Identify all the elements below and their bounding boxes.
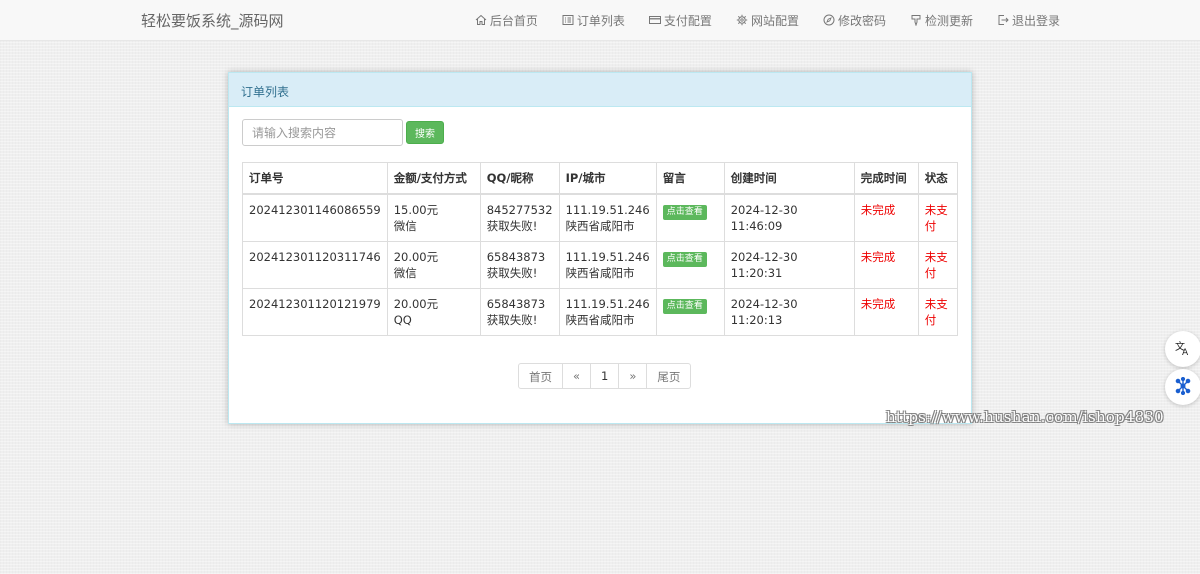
city: 陕西省咸阳市 (565, 219, 635, 233)
view-message-button[interactable]: 点击查看 (662, 252, 707, 267)
orders-table: 订单号 金额/支付方式 QQ/昵称 IP/城市 留言 创建时间 完成时间 状态 … (242, 162, 959, 336)
amount: 20.00元 (393, 250, 439, 264)
created-time: 2024-12-30 11:46:09 (723, 193, 855, 242)
amount: 15.00元 (393, 203, 439, 217)
pagination: 首页 « 1 » 尾页 (518, 363, 692, 389)
nav-item-payment-config[interactable]: 支付配置 (648, 12, 712, 29)
nav-menu: 后台首页 订单列表 支付配置 网站配置 修改密码 检测更新 退出登录 (451, 0, 1060, 40)
panel-title: 订单列表 (229, 73, 971, 107)
nav-item-label: 退出登录 (1011, 13, 1060, 28)
column-header: 创建时间 (723, 162, 855, 195)
qq-cell: 65843873 获取失败! (479, 241, 560, 289)
nav-item-check-update[interactable]: 检测更新 (910, 12, 973, 29)
nav-item-label: 检测更新 (924, 13, 973, 28)
column-header: IP/城市 (558, 162, 657, 195)
search-form: 搜索 (242, 119, 444, 146)
watermark-text: https://www.hushan.com/ishop4830 (886, 408, 1164, 426)
column-header: 完成时间 (853, 162, 919, 195)
nickname: 获取失败! (486, 313, 538, 327)
created-time: 2024-12-30 11:20:31 (723, 241, 855, 289)
qq-number: 845277532 (486, 203, 553, 217)
ip-address: 111.19.51.246 (565, 297, 650, 311)
nav-item-label: 后台首页 (489, 13, 538, 28)
ip-cell: 111.19.51.246 陕西省咸阳市 (558, 288, 657, 336)
ip-address: 111.19.51.246 (565, 203, 650, 217)
column-header: QQ/昵称 (479, 162, 560, 195)
ip-cell: 111.19.51.246 陕西省咸阳市 (558, 193, 657, 242)
nav-item-label: 网站配置 (750, 13, 799, 28)
ip-address: 111.19.51.246 (565, 250, 650, 264)
table-row: 202412301120311746 20.00元 微信 65843873 获取失败… (242, 241, 959, 289)
column-header: 留言 (655, 162, 725, 195)
svg-text:A: A (1182, 348, 1189, 357)
city: 陕西省咸阳市 (565, 313, 635, 327)
qq-cell: 845277532 获取失败! (479, 193, 560, 242)
column-header: 订单号 (242, 162, 388, 195)
last-page-button[interactable]: 尾页 (646, 363, 692, 389)
message-cell: 点击查看 (655, 241, 725, 289)
payment-status: 未支付 (917, 193, 959, 242)
next-page-button[interactable]: » (618, 363, 648, 389)
nav-item-change-password[interactable]: 修改密码 (823, 12, 886, 29)
translate-icon: 文A (1174, 339, 1192, 360)
nav-item-logout[interactable]: 退出登录 (997, 12, 1060, 29)
translate-float-button[interactable]: 文A (1165, 331, 1200, 367)
nav-item-site-config[interactable]: 网站配置 (736, 12, 799, 29)
order-number: 202412301120311746 (242, 241, 388, 289)
finished-time: 未完成 (853, 193, 919, 242)
qq-number: 65843873 (486, 297, 546, 311)
pin-icon (910, 14, 922, 26)
pay-method: 微信 (393, 219, 417, 233)
credit-card-icon (648, 14, 661, 26)
nav-item-orders[interactable]: 订单列表 (562, 12, 625, 29)
created-time: 2024-12-30 11:20:13 (723, 288, 855, 336)
nickname: 获取失败! (486, 266, 538, 280)
amount-cell: 20.00元 QQ (386, 288, 481, 336)
network-nodes-icon (1174, 376, 1192, 398)
pay-method: 微信 (393, 266, 417, 280)
gear-icon (736, 14, 748, 26)
nav-item-dashboard[interactable]: 后台首页 (475, 12, 538, 29)
column-header: 状态 (917, 162, 959, 195)
column-header: 金额/支付方式 (386, 162, 481, 195)
message-cell: 点击查看 (655, 193, 725, 242)
table-row: 202412301120121979 20.00元 QQ 65843873 获取失败… (242, 288, 959, 336)
search-button[interactable]: 搜索 (406, 121, 444, 144)
view-message-button[interactable]: 点击查看 (662, 205, 707, 220)
qq-number: 65843873 (486, 250, 546, 264)
view-message-button[interactable]: 点击查看 (662, 299, 707, 314)
finished-time: 未完成 (853, 241, 919, 289)
qq-cell: 65843873 获取失败! (479, 288, 560, 336)
brand-title[interactable]: 轻松要饭系统_源码网 (141, 10, 284, 31)
orders-panel: 订单列表 搜索 订单号 金额/支付方式 QQ/昵称 IP/城市 留言 创建时间 … (228, 72, 972, 424)
table-header-row: 订单号 金额/支付方式 QQ/昵称 IP/城市 留言 创建时间 完成时间 状态 (242, 162, 959, 195)
city: 陕西省咸阳市 (565, 266, 635, 280)
nickname: 获取失败! (486, 219, 538, 233)
order-number: 202412301146086559 (242, 193, 388, 242)
top-navbar: 轻松要饭系统_源码网 后台首页 订单列表 支付配置 网站配置 修改密码 检测更新… (0, 0, 1200, 41)
finished-time: 未完成 (853, 288, 919, 336)
first-page-button[interactable]: 首页 (518, 363, 563, 389)
order-number: 202412301120121979 (242, 288, 388, 336)
amount-cell: 15.00元 微信 (386, 193, 481, 242)
table-row: 202412301146086559 15.00元 微信 845277532 获取失… (242, 193, 959, 242)
list-icon (562, 14, 574, 26)
payment-status: 未支付 (917, 288, 959, 336)
page-number-button[interactable]: 1 (590, 363, 620, 389)
logout-icon (997, 14, 1009, 26)
message-cell: 点击查看 (655, 288, 725, 336)
amount-cell: 20.00元 微信 (386, 241, 481, 289)
amount: 20.00元 (393, 297, 439, 311)
ip-cell: 111.19.51.246 陕西省咸阳市 (558, 241, 657, 289)
prev-page-button[interactable]: « (562, 363, 592, 389)
nav-item-label: 修改密码 (837, 13, 886, 28)
pay-method: QQ (393, 313, 412, 327)
ai-assistant-float-button[interactable] (1165, 369, 1200, 405)
home-icon (475, 14, 487, 26)
payment-status: 未支付 (917, 241, 959, 289)
compass-icon (823, 14, 835, 26)
nav-item-label: 订单列表 (576, 13, 625, 28)
search-input[interactable] (242, 119, 403, 146)
nav-item-label: 支付配置 (663, 13, 712, 28)
